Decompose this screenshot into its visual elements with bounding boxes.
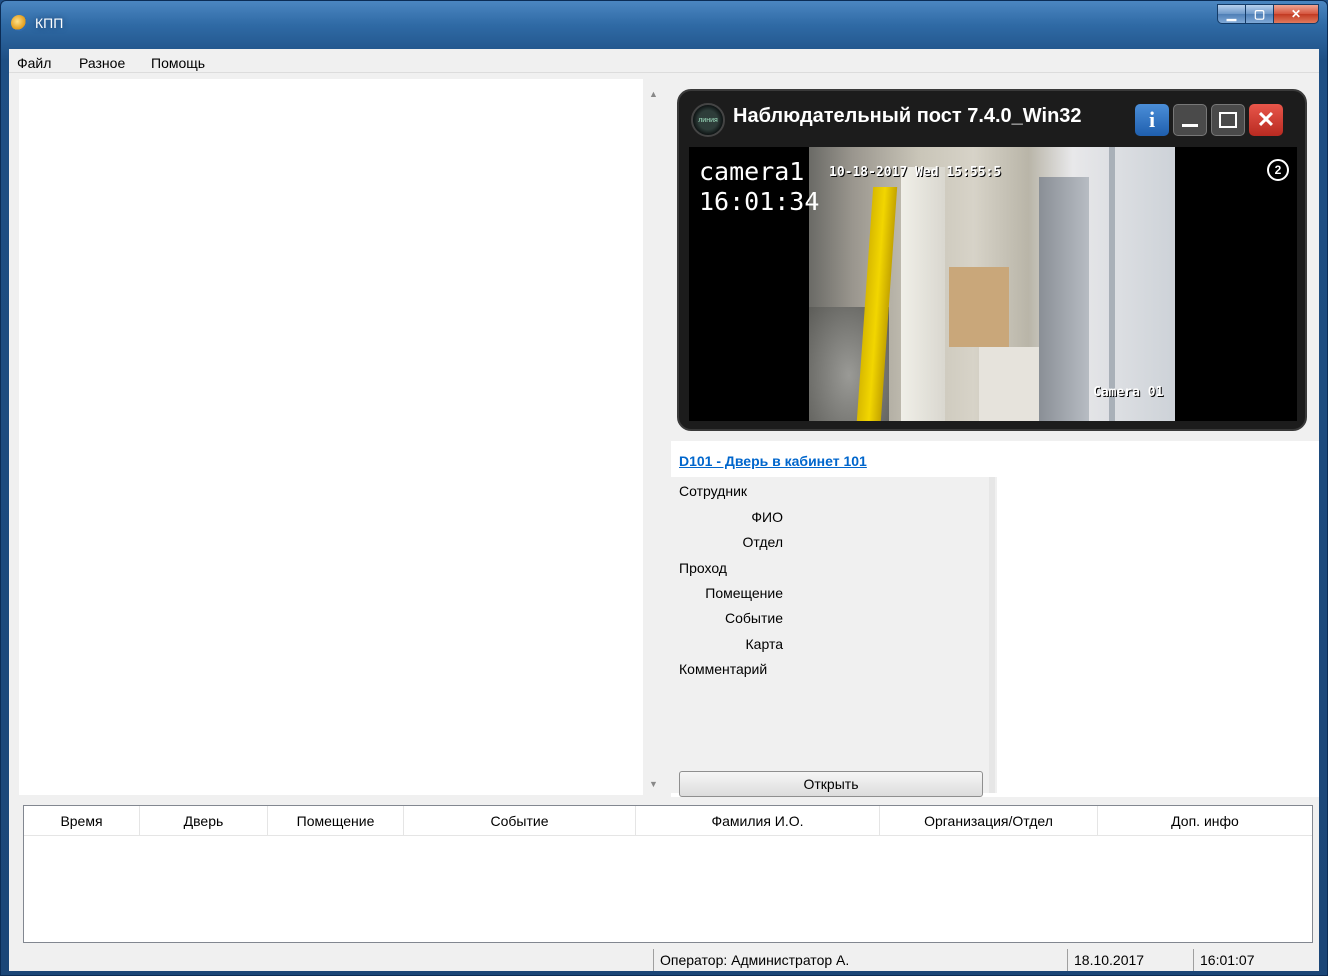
open-door-button[interactable]: Открыть bbox=[679, 771, 983, 797]
video-window-title: Наблюдательный пост 7.4.0_Win32 bbox=[733, 105, 1082, 127]
camera-feed-image bbox=[809, 147, 1175, 421]
minimize-icon bbox=[1182, 123, 1198, 127]
door-info-pane: D101 - Дверь в кабинет 101 Сотрудник ФИО… bbox=[671, 441, 1319, 797]
scroll-up-icon[interactable]: ▲ bbox=[649, 89, 658, 99]
info-icon: i bbox=[1148, 107, 1156, 132]
minimize-icon: ▁ bbox=[1226, 7, 1237, 21]
liniya-logo: линия bbox=[691, 103, 725, 137]
osd-camera-name: Camera 01 bbox=[1093, 385, 1164, 400]
client-area: Файл Разное Помощь ▲ ▼ линия Наблюдатель… bbox=[9, 49, 1319, 971]
title-bar[interactable]: КПП ▁ ▢ ✕ bbox=[1, 1, 1327, 49]
camera-time-label: 16:01:34 bbox=[699, 187, 820, 216]
col-name[interactable]: Фамилия И.О. bbox=[636, 806, 880, 836]
info-button[interactable]: i bbox=[1135, 104, 1169, 136]
video-close-button[interactable]: ✕ bbox=[1249, 104, 1283, 136]
app-icon bbox=[11, 15, 27, 31]
field-employee: Сотрудник bbox=[679, 483, 748, 499]
video-minimize-button[interactable] bbox=[1173, 104, 1207, 136]
status-bar: Оператор: Администратор А. 18.10.2017 16… bbox=[9, 947, 1319, 971]
field-fio: ФИО bbox=[751, 509, 783, 525]
vertical-scrollbar[interactable]: ▲ ▼ bbox=[643, 79, 665, 795]
menu-misc[interactable]: Разное bbox=[79, 55, 125, 71]
close-button[interactable]: ✕ bbox=[1273, 4, 1319, 24]
record-badge: 2 bbox=[1274, 163, 1282, 177]
maximize-icon bbox=[1219, 112, 1237, 128]
app-window: КПП ▁ ▢ ✕ Файл Разное Помощь ▲ ▼ линия Н… bbox=[0, 0, 1328, 976]
camera-view[interactable]: camera1 16:01:34 10-18-2017 Wed 15:55:5 … bbox=[689, 147, 1297, 421]
video-maximize-button[interactable] bbox=[1211, 104, 1245, 136]
menu-bar: Файл Разное Помощь bbox=[9, 49, 1319, 73]
logo-text: линия bbox=[698, 116, 718, 124]
field-card: Карта bbox=[745, 636, 783, 652]
close-icon: ✕ bbox=[1256, 107, 1276, 132]
col-extra-info[interactable]: Доп. инфо bbox=[1098, 806, 1312, 836]
close-icon: ✕ bbox=[1290, 7, 1302, 21]
details-fields: Сотрудник ФИО Отдел Проход Помещение Соб… bbox=[671, 477, 997, 793]
camera-name-label: camera1 bbox=[699, 157, 805, 186]
maximize-button[interactable]: ▢ bbox=[1245, 4, 1273, 24]
col-door[interactable]: Дверь bbox=[140, 806, 268, 836]
osd-datetime: 10-18-2017 Wed 15:55:5 bbox=[829, 165, 1002, 180]
video-window: линия Наблюдательный пост 7.4.0_Win32 i … bbox=[677, 89, 1307, 431]
record-rotate-icon[interactable]: 2 bbox=[1267, 159, 1289, 181]
field-event: Событие bbox=[725, 610, 783, 626]
maximize-icon: ▢ bbox=[1253, 7, 1266, 21]
status-time: 16:01:07 bbox=[1193, 949, 1273, 971]
door-link[interactable]: D101 - Дверь в кабинет 101 bbox=[679, 453, 867, 469]
col-organization[interactable]: Организация/Отдел bbox=[880, 806, 1098, 836]
splitter[interactable] bbox=[989, 477, 995, 793]
menu-file[interactable]: Файл bbox=[17, 55, 51, 71]
events-table-header: Время Дверь Помещение Событие Фамилия И.… bbox=[24, 806, 1312, 836]
field-room: Помещение bbox=[705, 585, 783, 601]
col-room[interactable]: Помещение bbox=[268, 806, 404, 836]
col-event[interactable]: Событие bbox=[404, 806, 636, 836]
events-table[interactable]: Время Дверь Помещение Событие Фамилия И.… bbox=[23, 805, 1313, 943]
window-title: КПП bbox=[35, 15, 64, 31]
col-time[interactable]: Время bbox=[24, 806, 140, 836]
minimize-button[interactable]: ▁ bbox=[1217, 4, 1245, 24]
field-comment: Комментарий bbox=[679, 661, 768, 677]
status-operator: Оператор: Администратор А. bbox=[653, 949, 1067, 971]
menu-help[interactable]: Помощь bbox=[151, 55, 205, 71]
status-date: 18.10.2017 bbox=[1067, 949, 1191, 971]
plan-view-pane[interactable] bbox=[19, 79, 651, 795]
field-passage: Проход bbox=[679, 560, 727, 576]
scroll-down-icon[interactable]: ▼ bbox=[649, 779, 658, 789]
field-department: Отдел bbox=[742, 534, 784, 550]
